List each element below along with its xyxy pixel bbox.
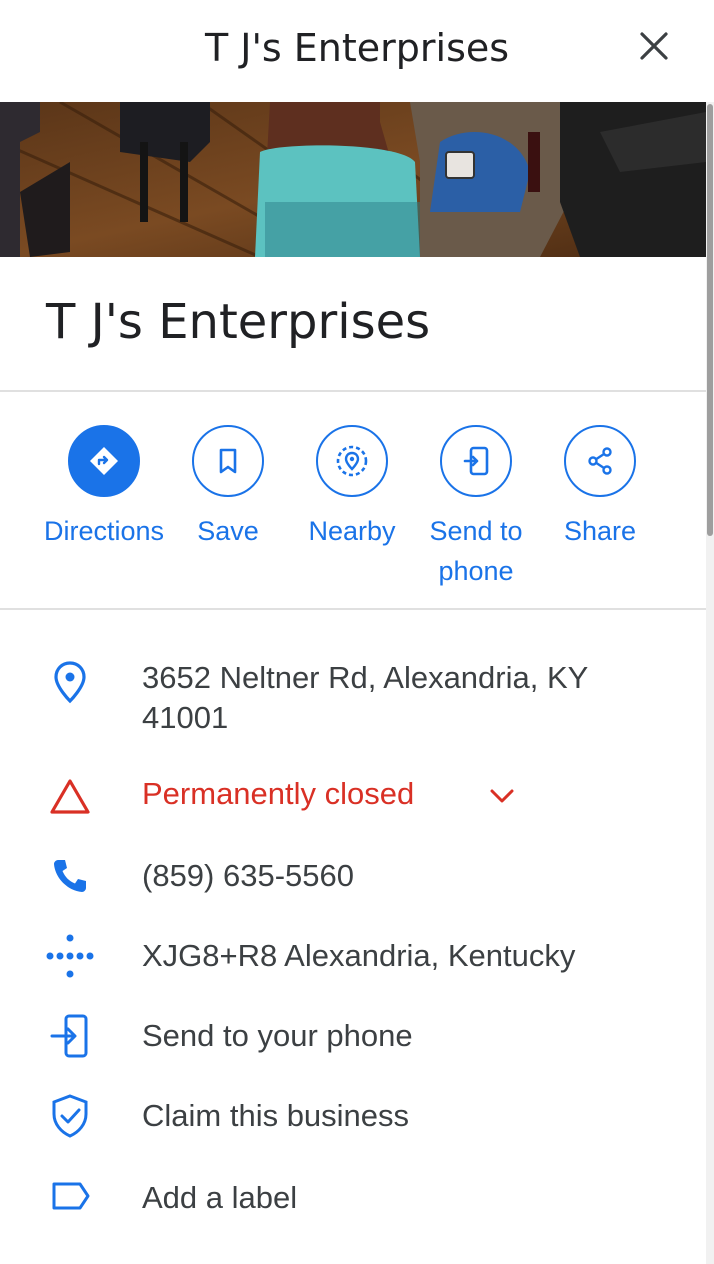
phone-row[interactable]: (859) 635-5560 <box>0 852 706 900</box>
status-text: Permanently closed <box>142 776 415 811</box>
location-pin-icon <box>46 658 94 706</box>
add-label-text: Add a label <box>142 1180 298 1215</box>
header-title: T J's Enterprises <box>204 26 510 70</box>
plus-code-row[interactable]: XJG8+R8 Alexandria, Kentucky <box>0 932 706 980</box>
share-button[interactable]: Share <box>538 425 662 551</box>
photo-image <box>0 102 706 257</box>
panel-header: T J's Enterprises <box>0 0 714 102</box>
plus-code-icon <box>46 932 94 980</box>
share-icon <box>588 447 612 475</box>
add-label-row[interactable]: Add a label <box>0 1172 706 1220</box>
place-title: T J's Enterprises <box>46 294 431 350</box>
nearby-button[interactable]: Nearby <box>290 425 414 551</box>
directions-label: Directions <box>43 516 165 546</box>
share-label: Share <box>563 516 637 546</box>
phone-text: (859) 635-5560 <box>142 858 354 893</box>
address-row[interactable]: 3652 Neltner Rd, Alexandria, KY 41001 <box>0 658 706 742</box>
send-to-phone-icon <box>463 446 489 476</box>
send-to-phone-text: Send to your phone <box>142 1018 413 1053</box>
send-to-phone-row[interactable]: Send to your phone <box>0 1012 706 1060</box>
save-label: Save <box>197 516 259 546</box>
directions-icon <box>90 447 118 475</box>
divider <box>0 390 706 392</box>
place-photo[interactable] <box>0 102 706 257</box>
nearby-label: Nearby <box>308 516 396 546</box>
place-panel: T J's Enterprises T J's Enterprises Dire… <box>0 0 714 1264</box>
nearby-icon <box>336 445 368 477</box>
divider <box>0 608 706 610</box>
claim-business-row[interactable]: Claim this business <box>0 1092 706 1140</box>
close-button[interactable] <box>632 24 676 68</box>
claim-business-text: Claim this business <box>142 1098 410 1133</box>
scrollbar-thumb[interactable] <box>707 104 713 536</box>
plus-code-text: XJG8+R8 Alexandria, Kentucky <box>142 938 576 973</box>
close-icon <box>640 32 668 60</box>
send-to-phone-button[interactable]: Send to phone <box>414 425 538 591</box>
warning-icon <box>46 772 94 820</box>
save-button[interactable]: Save <box>166 425 290 551</box>
verified-shield-icon <box>46 1092 94 1140</box>
send-to-phone-label: Send to phone <box>429 516 523 586</box>
chevron-down-icon[interactable] <box>486 780 518 812</box>
label-icon <box>46 1172 94 1220</box>
address-text: 3652 Neltner Rd, Alexandria, KY 41001 <box>142 660 588 735</box>
send-to-phone-icon <box>46 1012 94 1060</box>
bookmark-icon <box>219 448 237 474</box>
status-row[interactable]: Permanently closed <box>0 772 706 820</box>
directions-button[interactable]: Directions <box>42 425 166 551</box>
phone-icon <box>46 852 94 900</box>
